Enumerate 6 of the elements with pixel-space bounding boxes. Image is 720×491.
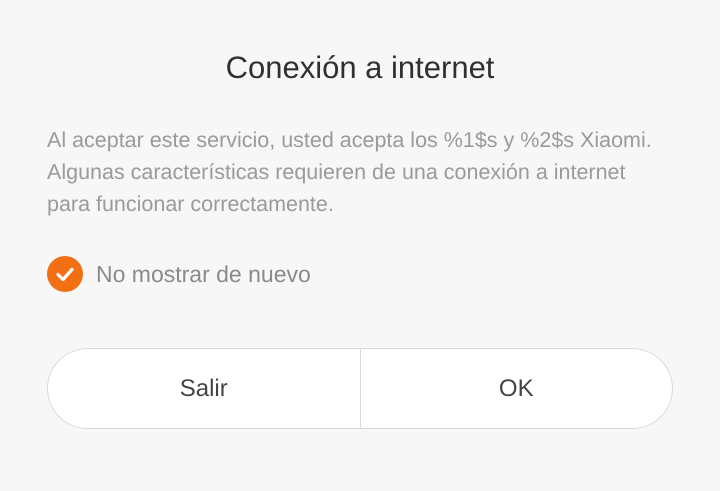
ok-button[interactable]: OK xyxy=(360,349,672,428)
exit-button[interactable]: Salir xyxy=(48,349,360,428)
dialog-message: Al aceptar este servicio, usted acepta los %1$s y %2$s Xiaomi. Algunas características requieren de una conexión a internet para funcionar correctamente. xyxy=(47,127,653,218)
dialog-title: Conexión a internet xyxy=(224,49,496,87)
checkbox[interactable] xyxy=(47,256,83,292)
checkbox-label: No mostrar de nuevo xyxy=(96,260,311,288)
